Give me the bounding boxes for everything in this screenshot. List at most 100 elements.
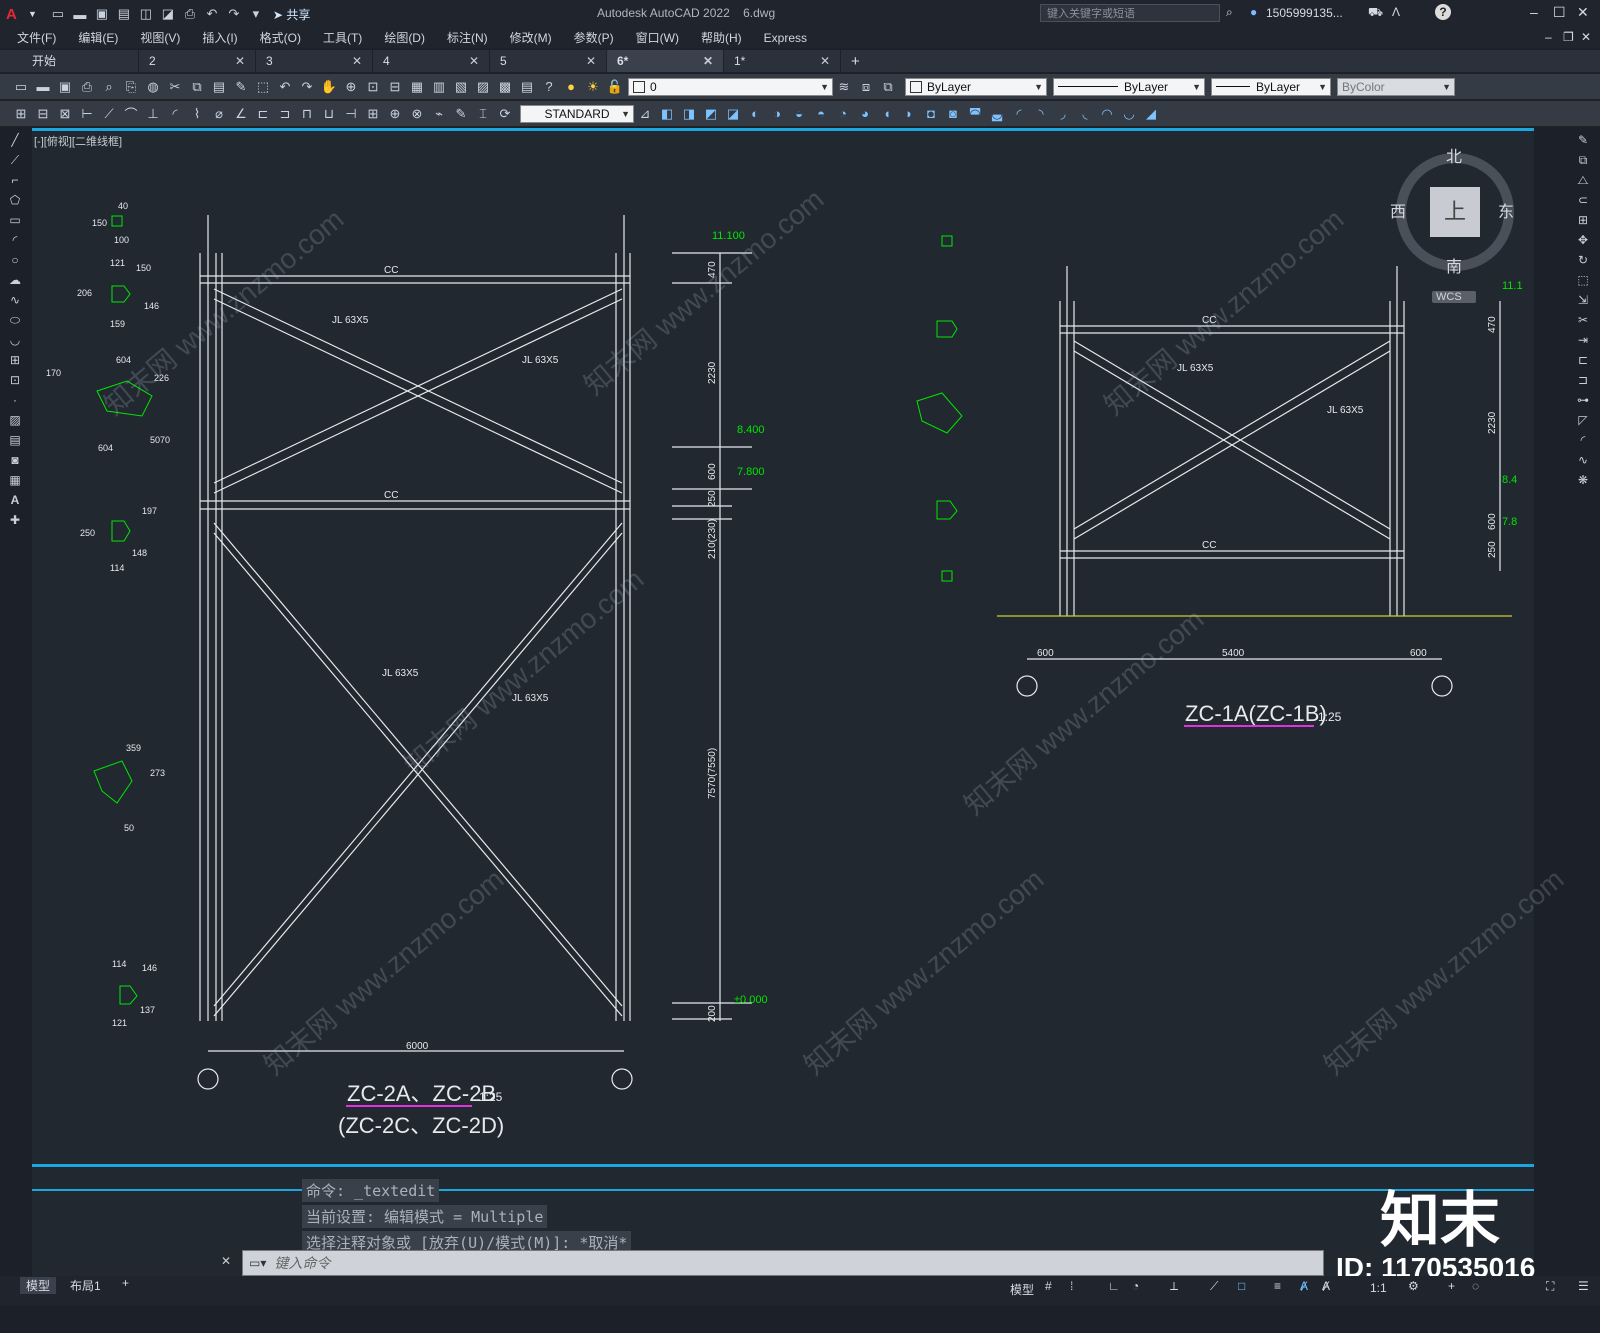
- tab-layout1[interactable]: 布局1: [70, 1277, 101, 1294]
- tab-start[interactable]: 开始: [22, 50, 139, 72]
- save-web-icon[interactable]: ◪: [158, 4, 178, 24]
- close-icon[interactable]: ✕: [221, 1254, 231, 1268]
- new-icon[interactable]: ▭: [11, 77, 31, 97]
- globe-icon[interactable]: ◍: [143, 77, 163, 97]
- drawing-canvas[interactable]: 11.100 8.400 7.800 ±0.000 11.1 8.4 7.8 C…: [32, 131, 1534, 1167]
- tab-6[interactable]: 6* ✕: [607, 50, 724, 72]
- user-name[interactable]: 1505999135...: [1266, 6, 1343, 20]
- close-icon[interactable]: ✕: [586, 50, 596, 72]
- dim-update-icon[interactable]: ⟳: [495, 104, 515, 124]
- cylinder-icon[interactable]: ◨: [679, 104, 699, 124]
- zoom-realtime-icon[interactable]: ⊕: [341, 77, 361, 97]
- close-icon[interactable]: ✕: [820, 50, 830, 72]
- redo-icon[interactable]: ↷: [297, 77, 317, 97]
- continue-icon[interactable]: ⊓: [297, 104, 317, 124]
- tab-2[interactable]: 2 ✕: [139, 50, 256, 72]
- menu-file[interactable]: 文件(F): [6, 28, 67, 48]
- arc-icon[interactable]: ◜: [4, 230, 26, 250]
- blend-icon[interactable]: ∿: [1572, 450, 1594, 470]
- aligned-dimension-icon[interactable]: ⟋: [99, 104, 119, 124]
- radius-icon[interactable]: ◜: [165, 104, 185, 124]
- spline-icon[interactable]: ∿: [4, 290, 26, 310]
- layer-select[interactable]: 0 ▼: [628, 77, 833, 96]
- block-editor-icon[interactable]: ⬚: [253, 77, 273, 97]
- save-icon[interactable]: ▣: [92, 4, 112, 24]
- share-button[interactable]: ➤ 共享: [273, 6, 310, 23]
- menu-view[interactable]: 视图(V): [129, 28, 191, 48]
- plot-icon[interactable]: ⎙: [180, 4, 200, 24]
- loft-icon[interactable]: ◖: [877, 104, 897, 124]
- compass-east[interactable]: 东: [1498, 198, 1514, 222]
- doc-restore-button[interactable]: ❐: [1563, 30, 1574, 44]
- insert-block-icon[interactable]: ⊞: [4, 350, 26, 370]
- rectangle-icon[interactable]: ▭: [4, 210, 26, 230]
- point-icon[interactable]: ·: [4, 390, 26, 410]
- polygon-icon[interactable]: ⬠: [4, 190, 26, 210]
- diameter-icon[interactable]: ⌀: [209, 104, 229, 124]
- clean-screen-icon[interactable]: ⛶: [1546, 1279, 1554, 1294]
- construction-line-icon[interactable]: ⟋: [4, 150, 26, 170]
- menu-insert[interactable]: 插入(I): [191, 28, 248, 48]
- camera-icon[interactable]: ◡: [1119, 104, 1139, 124]
- offset-icon[interactable]: ⊂: [1572, 190, 1594, 210]
- doc-close-button[interactable]: ✕: [1581, 30, 1591, 44]
- help-icon[interactable]: ?: [1435, 4, 1451, 20]
- isodraft-icon[interactable]: ⟂: [1170, 1279, 1178, 1294]
- view-icon[interactable]: ◠: [1097, 104, 1117, 124]
- line-icon[interactable]: ╱: [4, 130, 26, 150]
- dimstyle-manager-icon[interactable]: ⊿: [635, 104, 655, 124]
- osnap-icon[interactable]: ⟋: [1210, 1279, 1218, 1294]
- search-icon[interactable]: ⌕: [1226, 5, 1233, 20]
- menu-window[interactable]: 窗口(W): [625, 28, 690, 48]
- sweep-icon[interactable]: ◕: [855, 104, 875, 124]
- doc-minimize-button[interactable]: –: [1545, 30, 1552, 44]
- break-at-point-icon[interactable]: ⊐: [1572, 370, 1594, 390]
- plotstyle-select[interactable]: ByColor ▼: [1337, 77, 1455, 96]
- open-web-icon[interactable]: ◫: [136, 4, 156, 24]
- add-selected-icon[interactable]: ✚: [4, 510, 26, 530]
- baseline-icon[interactable]: ⊐: [275, 104, 295, 124]
- jogged-icon[interactable]: ⌇: [187, 104, 207, 124]
- compass-north[interactable]: 北: [1446, 143, 1462, 167]
- menu-express[interactable]: Express: [753, 28, 818, 48]
- calculator-icon[interactable]: ▤: [517, 77, 537, 97]
- color-select[interactable]: ByLayer ▼: [905, 77, 1047, 96]
- zoom-window-icon[interactable]: ⊡: [363, 77, 383, 97]
- inspect-icon[interactable]: ⊗: [407, 104, 427, 124]
- layer-previous-icon[interactable]: ⧉: [878, 77, 898, 97]
- autodesk-a360-icon[interactable]: Ʌ: [1392, 5, 1400, 19]
- linetype-select[interactable]: ByLayer ▼: [1053, 77, 1205, 96]
- layer-on-icon[interactable]: ●: [561, 77, 581, 97]
- break-icon[interactable]: ⊏: [1572, 350, 1594, 370]
- jogged-linear-icon[interactable]: ⌁: [429, 104, 449, 124]
- viewcube-top-face[interactable]: 上: [1430, 187, 1480, 237]
- dim-break-icon[interactable]: ⊣: [341, 104, 361, 124]
- undo-icon[interactable]: ↶: [275, 77, 295, 97]
- extrude-icon[interactable]: ◓: [811, 104, 831, 124]
- polyline-icon[interactable]: ⌐: [4, 170, 26, 190]
- flatshot-icon[interactable]: ◞: [1053, 104, 1073, 124]
- arc-length-icon[interactable]: ⌒: [121, 104, 141, 124]
- undo-icon[interactable]: ↶: [202, 4, 222, 24]
- markup-icon[interactable]: ▩: [495, 77, 515, 97]
- grid-icon[interactable]: #: [1045, 1279, 1052, 1293]
- make-current-icon[interactable]: ⧈: [856, 77, 876, 97]
- menu-parametric[interactable]: 参数(P): [563, 28, 625, 48]
- menu-draw[interactable]: 绘图(D): [373, 28, 436, 48]
- stretch-icon[interactable]: ⇲: [1572, 290, 1594, 310]
- redo-icon[interactable]: ↷: [224, 4, 244, 24]
- erase-icon[interactable]: ✎: [1572, 130, 1594, 150]
- layer-properties-icon[interactable]: ≋: [834, 77, 854, 97]
- trim-icon[interactable]: ✂: [1572, 310, 1594, 330]
- gradient-icon[interactable]: ▤: [4, 430, 26, 450]
- ellipse-arc-icon[interactable]: ◡: [4, 330, 26, 350]
- isolate-icon[interactable]: ◌: [1472, 1279, 1479, 1293]
- open-icon[interactable]: ▬: [33, 77, 53, 97]
- dim-edit-icon[interactable]: ✎: [451, 104, 471, 124]
- save-as-icon[interactable]: ▤: [114, 4, 134, 24]
- preview-icon[interactable]: ⌕: [99, 77, 119, 97]
- menu-tools[interactable]: 工具(T): [312, 28, 373, 48]
- copy-icon[interactable]: ⧉: [1572, 150, 1594, 170]
- slice-icon[interactable]: ◚: [965, 104, 985, 124]
- layer-lock-icon[interactable]: 🔓: [605, 77, 625, 97]
